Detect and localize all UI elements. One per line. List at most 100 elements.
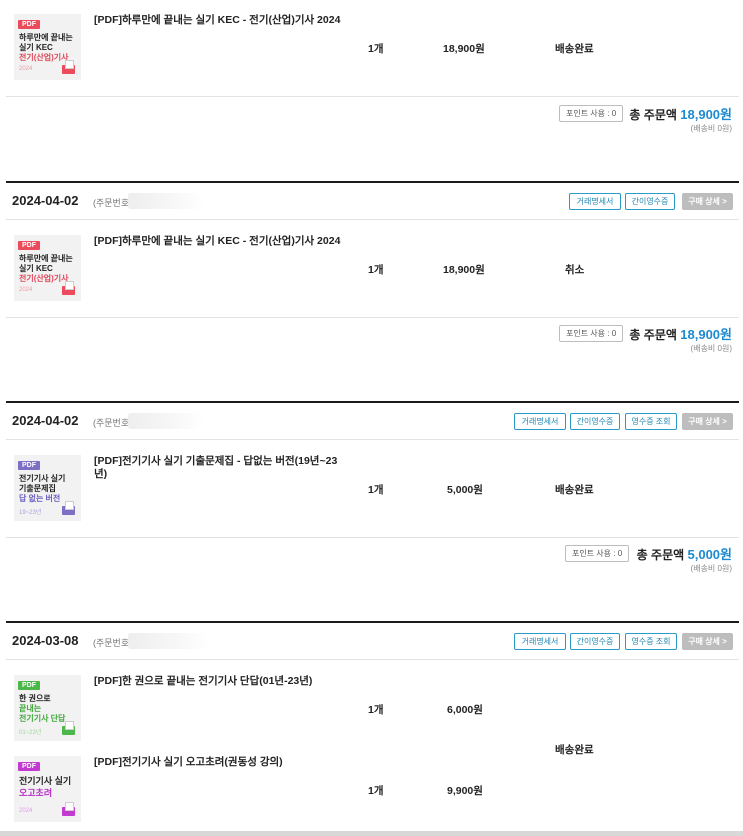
- product-name-link[interactable]: [PDF]한 권으로 끝내는 전기기사 단답(01년-23년): [94, 675, 354, 688]
- envelope-icon: [62, 721, 75, 735]
- item-price: 18,900원: [443, 43, 485, 55]
- product-thumbnail[interactable]: PDF 하루만에 끝내는 실기 KEC 전기(산업)기사 2024: [14, 235, 81, 301]
- thumb-line: 전기기사 실기: [19, 474, 66, 483]
- divider: [6, 96, 739, 97]
- product-name-link[interactable]: [PDF]하루만에 끝내는 실기 KEC - 전기(산업)기사 2024: [94, 235, 354, 248]
- shipping-fee: (배송비 0원): [690, 564, 732, 573]
- thumb-sub: 19~23년: [19, 510, 42, 516]
- thumb-line: 전기기사 실기: [19, 776, 72, 786]
- shipping-fee: (배송비 0원): [690, 344, 732, 353]
- thumb-sub: 2024: [19, 287, 33, 293]
- product-thumbnail[interactable]: PDF 전기기사 실기 오고초려 2024: [14, 756, 81, 822]
- order-date: 2024-03-08: [12, 633, 79, 648]
- item-qty: 1개: [368, 484, 384, 496]
- order-divider: [6, 181, 739, 183]
- purchase-detail-button[interactable]: 구매 상세 >: [682, 413, 733, 430]
- item-status: 배송완료: [555, 43, 594, 55]
- order-number-label: (주문번호: [93, 418, 130, 428]
- item-price: 5,000원: [447, 484, 483, 496]
- thumb-line: 전기기사 단답: [19, 714, 66, 723]
- order-status: 배송완료: [555, 744, 594, 756]
- points-used-badge: 포인트 사용 : 0: [565, 545, 630, 562]
- order-total: 총 주문액 18,900원: [629, 104, 732, 123]
- envelope-icon: [62, 802, 75, 816]
- receipt-lookup-button[interactable]: 영수증 조회: [625, 633, 677, 650]
- product-name-line: 년): [94, 468, 108, 480]
- thumb-line: 오고초려: [19, 788, 53, 798]
- pdf-badge: PDF: [18, 20, 40, 29]
- divider: [6, 439, 739, 440]
- order-number-label: (주문번호: [93, 638, 130, 648]
- simple-receipt-button[interactable]: 간이영수증: [570, 413, 620, 430]
- simple-receipt-button[interactable]: 간이영수증: [625, 193, 675, 210]
- order-divider: [6, 621, 739, 623]
- envelope-icon: [62, 281, 75, 295]
- window-bottom-edge: [0, 831, 743, 836]
- pdf-badge: PDF: [18, 762, 40, 771]
- thumb-line: 끝내는: [19, 704, 42, 713]
- order-date: 2024-04-02: [12, 193, 79, 208]
- trade-statement-button[interactable]: 거래명세서: [514, 413, 566, 430]
- product-name-link[interactable]: [PDF]하루만에 끝내는 실기 KEC - 전기(산업)기사 2024: [94, 14, 354, 27]
- envelope-icon: [62, 501, 75, 515]
- shipping-fee: (배송비 0원): [690, 124, 732, 133]
- order-number-redacted: [128, 633, 210, 649]
- receipt-lookup-button[interactable]: 영수증 조회: [625, 413, 677, 430]
- thumb-line: 전기(산업)기사: [19, 53, 69, 62]
- order-total: 총 주문액 5,000원: [637, 544, 732, 563]
- thumb-line: 하루만에 끝내는: [19, 254, 73, 263]
- pdf-badge: PDF: [18, 681, 40, 690]
- product-thumbnail[interactable]: PDF 하루만에 끝내는 실기 KEC 전기(산업)기사 2024: [14, 14, 81, 80]
- order-number-label: (주문번호: [93, 198, 130, 208]
- thumb-line: 실기 KEC: [19, 43, 53, 52]
- product-thumbnail[interactable]: PDF 전기기사 실기 기출문제집 답 없는 버전 19~23년: [14, 455, 81, 521]
- order-date: 2024-04-02: [12, 413, 79, 428]
- thumb-line: 전기(산업)기사: [19, 274, 69, 283]
- thumb-line: 하루만에 끝내는: [19, 33, 73, 42]
- total-amount: 18,900원: [680, 107, 732, 122]
- product-name-line: [PDF]전기기사 실기 기출문제집 - 답없는 버전(19년~23: [94, 455, 338, 467]
- trade-statement-button[interactable]: 거래명세서: [569, 193, 621, 210]
- order-number-redacted: [128, 413, 204, 429]
- product-thumbnail[interactable]: PDF 한 권으로 끝내는 전기기사 단답 01~23년: [14, 675, 81, 741]
- thumb-line: 기출문제집: [19, 484, 56, 493]
- item-qty: 1개: [368, 785, 384, 797]
- item-price: 6,000원: [447, 704, 483, 716]
- item-status: 취소: [565, 264, 585, 276]
- envelope-icon: [62, 60, 75, 74]
- thumb-sub: 01~23년: [19, 730, 42, 736]
- item-qty: 1개: [368, 704, 384, 716]
- order-divider: [6, 401, 739, 403]
- item-status: 배송완료: [555, 484, 594, 496]
- purchase-detail-button[interactable]: 구매 상세 >: [682, 193, 733, 210]
- order-total: 총 주문액 18,900원: [629, 324, 732, 343]
- pdf-badge: PDF: [18, 461, 40, 470]
- total-amount: 18,900원: [680, 327, 732, 342]
- purchase-detail-button[interactable]: 구매 상세 >: [682, 633, 733, 650]
- divider: [6, 659, 739, 660]
- item-price: 9,900원: [447, 785, 483, 797]
- points-used-badge: 포인트 사용 : 0: [559, 325, 624, 342]
- product-name-link[interactable]: [PDF]전기기사 실기 오고초려(권동성 강의): [94, 756, 354, 769]
- thumb-line: 답 없는 버전: [19, 494, 61, 503]
- item-qty: 1개: [368, 264, 384, 276]
- item-qty: 1개: [368, 43, 384, 55]
- divider: [6, 317, 739, 318]
- points-used-badge: 포인트 사용 : 0: [559, 105, 624, 122]
- thumb-line: 한 권으로: [19, 694, 51, 703]
- total-label: 총 주문액: [636, 548, 685, 562]
- thumb-line: 실기 KEC: [19, 264, 53, 273]
- divider: [6, 537, 739, 538]
- pdf-badge: PDF: [18, 241, 40, 250]
- order-number-redacted: [128, 193, 204, 209]
- simple-receipt-button[interactable]: 간이영수증: [570, 633, 620, 650]
- total-amount: 5,000원: [687, 547, 733, 562]
- thumb-sub: 2024: [19, 808, 33, 814]
- thumb-sub: 2024: [19, 66, 33, 72]
- product-name-link[interactable]: [PDF]전기기사 실기 기출문제집 - 답없는 버전(19년~23 년): [94, 455, 344, 481]
- item-price: 18,900원: [443, 264, 485, 276]
- trade-statement-button[interactable]: 거래명세서: [514, 633, 566, 650]
- total-label: 총 주문액: [629, 108, 677, 122]
- divider: [6, 219, 739, 220]
- total-label: 총 주문액: [629, 328, 677, 342]
